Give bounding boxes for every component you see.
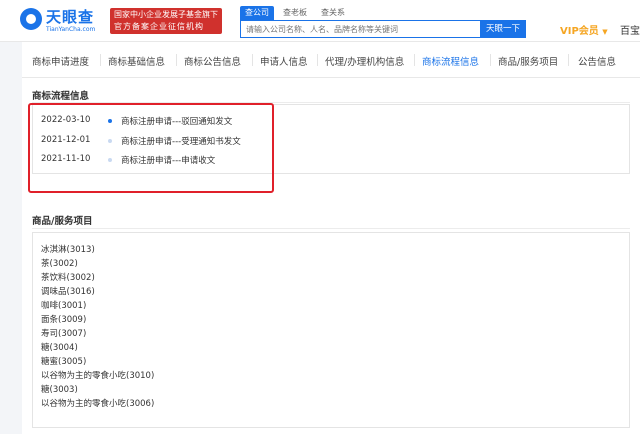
vip-member-menu[interactable]: VIP会员 ▼	[560, 22, 608, 37]
goods-item: 茶饮料(3002)	[41, 273, 95, 283]
eye-logo-icon	[20, 8, 42, 30]
logo[interactable]: 天眼查 TianYanCha.com	[20, 6, 108, 36]
detail-nav-tabs: 商标申请进度 商标基础信息 商标公告信息 申请人信息 代理/办理机构信息 商标流…	[22, 42, 640, 78]
logo-name: 天眼查	[46, 8, 95, 26]
goods-item: 以谷物为主的零食小吃(3006)	[41, 399, 155, 409]
logo-subtitle: TianYanCha.com	[46, 26, 96, 33]
badge-line-2: 官方备案企业征信机构	[114, 22, 204, 31]
tab-separator	[176, 54, 177, 66]
search-type-tabs: 查公司 查老板 查关系	[240, 6, 350, 20]
tab-announcement-info[interactable]: 商标公告信息	[184, 54, 241, 68]
search-button[interactable]: 天眼一下	[480, 20, 526, 38]
search-box	[240, 20, 480, 38]
caret-down-icon: ▼	[602, 28, 608, 36]
tab-separator	[414, 54, 415, 66]
tab-separator	[317, 54, 318, 66]
search-tab-boss[interactable]: 查老板	[278, 6, 312, 20]
header-right-link[interactable]: 百宝	[620, 22, 640, 37]
official-badge: 国家中小企业发展子基金旗下 官方备案企业征信机构	[110, 8, 222, 34]
goods-item: 咖啡(3001)	[41, 301, 87, 311]
highlight-annotation-box	[28, 103, 274, 193]
top-header: 天眼查 TianYanCha.com 国家中小企业发展子基金旗下 官方备案企业征…	[0, 0, 640, 42]
tab-goods-services[interactable]: 商品/服务项目	[498, 54, 558, 68]
tab-separator	[568, 54, 569, 66]
tab-agency-info[interactable]: 代理/办理机构信息	[325, 54, 404, 68]
search-tab-company[interactable]: 查公司	[240, 6, 274, 20]
goods-item: 寿司(3007)	[41, 329, 87, 339]
tab-notice-info[interactable]: 公告信息	[578, 54, 616, 68]
tab-basic-info[interactable]: 商标基础信息	[108, 54, 165, 68]
tab-flow-info[interactable]: 商标流程信息	[422, 54, 479, 68]
goods-section-title: 商品/服务项目	[32, 216, 93, 227]
goods-list: 冰淇淋(3013) 茶(3002) 茶饮料(3002) 调味品(3016) 咖啡…	[32, 232, 630, 428]
goods-item: 糖蜜(3005)	[41, 357, 87, 367]
tab-application-progress[interactable]: 商标申请进度	[32, 54, 89, 68]
tab-separator	[490, 54, 491, 66]
tab-separator	[100, 54, 101, 66]
goods-item: 糖(3004)	[41, 343, 78, 353]
tab-separator	[252, 54, 253, 66]
goods-item: 冰淇淋(3013)	[41, 245, 95, 255]
search-tab-relation[interactable]: 查关系	[316, 6, 350, 20]
flow-section-title: 商标流程信息	[32, 91, 90, 102]
goods-item: 面条(3009)	[41, 315, 87, 325]
search-input[interactable]	[241, 21, 480, 37]
goods-item: 以谷物为主的零食小吃(3010)	[41, 371, 155, 381]
tab-applicant-info[interactable]: 申请人信息	[260, 54, 308, 68]
goods-item: 糖(3003)	[41, 385, 78, 395]
goods-item: 调味品(3016)	[41, 287, 95, 297]
goods-item: 茶(3002)	[41, 259, 78, 269]
badge-line-1: 国家中小企业发展子基金旗下	[114, 10, 218, 19]
vip-label: VIP会员	[560, 26, 599, 37]
main-panel: 商标申请进度 商标基础信息 商标公告信息 申请人信息 代理/办理机构信息 商标流…	[22, 42, 640, 434]
section-divider	[32, 228, 630, 229]
